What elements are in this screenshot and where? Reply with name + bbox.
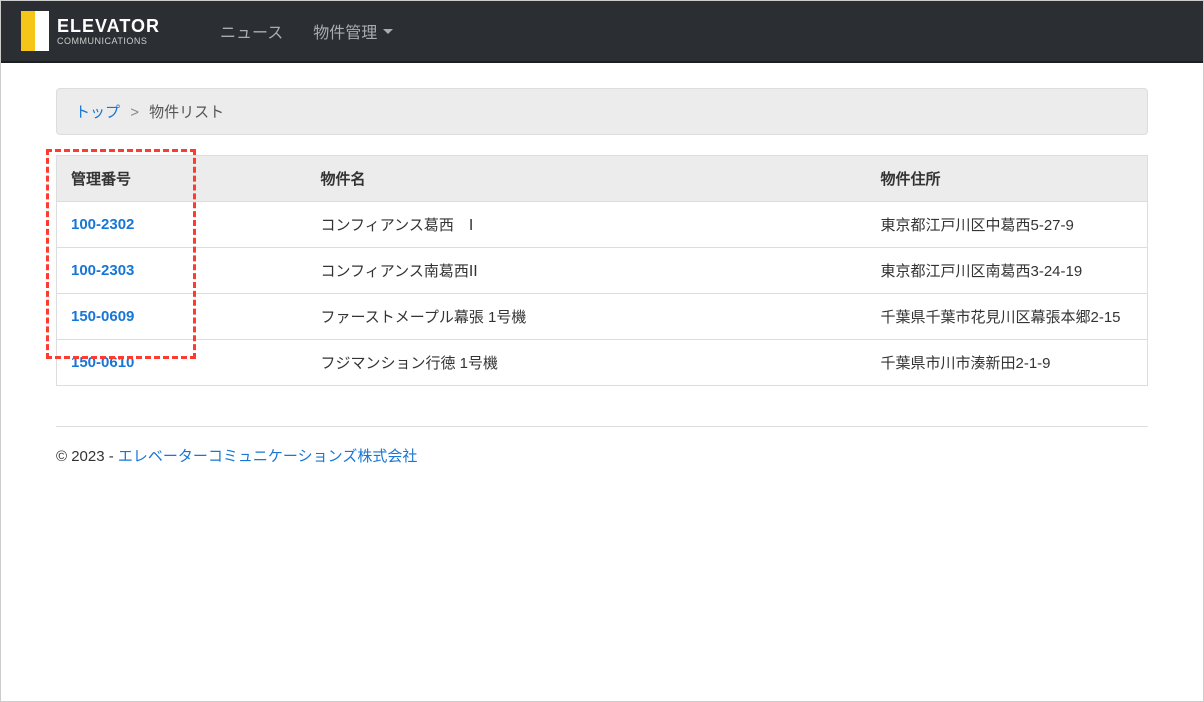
table-row: 100-2303 コンフィアンス南葛西ⅠⅠ 東京都江戸川区南葛西3-24-19 xyxy=(57,248,1148,294)
footer-company-link[interactable]: エレベーターコミュニケーションズ株式会社 xyxy=(118,448,417,465)
th-address: 物件住所 xyxy=(867,156,1148,202)
brand-main: ELEVATOR xyxy=(57,17,160,35)
breadcrumb-separator: > xyxy=(130,104,139,121)
property-id-link[interactable]: 150-0609 xyxy=(71,308,134,325)
brand-sub: COMMUNICATIONS xyxy=(57,37,160,46)
property-table: 管理番号 物件名 物件住所 100-2302 コンフィアンス葛西 Ⅰ 東京都江戸… xyxy=(56,155,1148,386)
table-row: 150-0610 フジマンション行徳 1号機 千葉県市川市湊新田2-1-9 xyxy=(57,340,1148,386)
breadcrumb-current: 物件リスト xyxy=(149,104,224,121)
property-name: コンフィアンス南葛西ⅠⅠ xyxy=(307,248,867,294)
nav-links: ニュース 物件管理 xyxy=(220,19,393,43)
table-row: 100-2302 コンフィアンス葛西 Ⅰ 東京都江戸川区中葛西5-27-9 xyxy=(57,202,1148,248)
brand-logo[interactable]: ELEVATOR COMMUNICATIONS xyxy=(21,11,160,51)
property-name: フジマンション行徳 1号機 xyxy=(307,340,867,386)
navbar: ELEVATOR COMMUNICATIONS ニュース 物件管理 xyxy=(1,1,1203,63)
th-id: 管理番号 xyxy=(57,156,307,202)
brand-text: ELEVATOR COMMUNICATIONS xyxy=(57,17,160,46)
property-address: 東京都江戸川区南葛西3-24-19 xyxy=(867,248,1148,294)
th-name: 物件名 xyxy=(307,156,867,202)
logo-icon xyxy=(21,11,49,51)
property-id-link[interactable]: 100-2303 xyxy=(71,262,134,279)
property-name: コンフィアンス葛西 Ⅰ xyxy=(307,202,867,248)
nav-news[interactable]: ニュース xyxy=(220,19,283,43)
table-container: 管理番号 物件名 物件住所 100-2302 コンフィアンス葛西 Ⅰ 東京都江戸… xyxy=(56,155,1148,386)
app-window: ELEVATOR COMMUNICATIONS ニュース 物件管理 トップ > … xyxy=(0,0,1204,702)
footer-prefix: © 2023 - xyxy=(56,448,118,465)
property-id-link[interactable]: 150-0610 xyxy=(71,354,134,371)
property-name: ファーストメープル幕張 1号機 xyxy=(307,294,867,340)
property-address: 千葉県千葉市花見川区幕張本郷2-15 xyxy=(867,294,1148,340)
property-id-link[interactable]: 100-2302 xyxy=(71,216,134,233)
table-header-row: 管理番号 物件名 物件住所 xyxy=(57,156,1148,202)
table-row: 150-0609 ファーストメープル幕張 1号機 千葉県千葉市花見川区幕張本郷2… xyxy=(57,294,1148,340)
chevron-down-icon xyxy=(383,29,393,34)
property-address: 東京都江戸川区中葛西5-27-9 xyxy=(867,202,1148,248)
nav-property-mgmt-label: 物件管理 xyxy=(313,19,377,43)
breadcrumb: トップ > 物件リスト xyxy=(56,88,1148,135)
nav-news-label: ニュース xyxy=(220,19,283,43)
footer: © 2023 - エレベーターコミュニケーションズ株式会社 xyxy=(56,426,1148,466)
property-address: 千葉県市川市湊新田2-1-9 xyxy=(867,340,1148,386)
breadcrumb-top-link[interactable]: トップ xyxy=(75,104,120,121)
nav-property-mgmt[interactable]: 物件管理 xyxy=(313,19,393,43)
